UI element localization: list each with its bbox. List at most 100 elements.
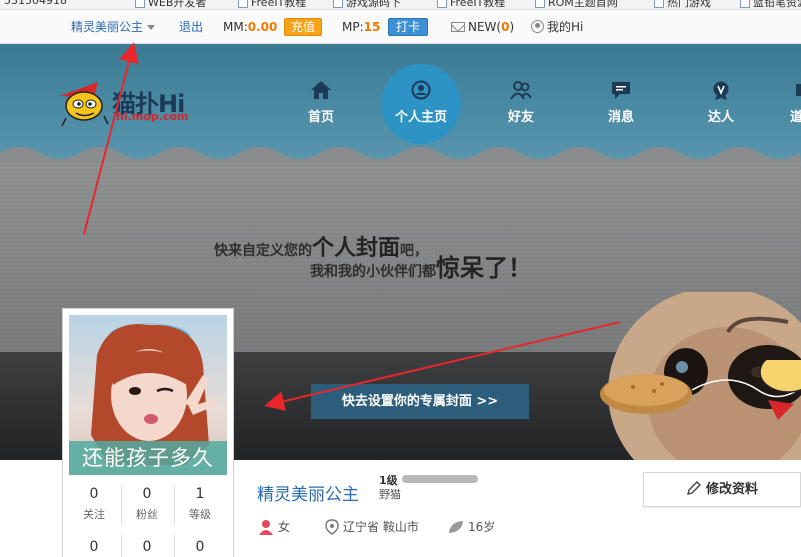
logo-subtitle: hi.mop.com — [116, 110, 189, 123]
level-progress-bar — [402, 475, 478, 483]
slogan-text: 快来自定义您的 — [214, 243, 312, 259]
stat-row2-1: 0 — [68, 539, 120, 555]
nav-item-more[interactable]: 道 — [790, 80, 801, 125]
location-value: 辽宁省 鞍山市 — [343, 520, 419, 534]
bookmark-label: ROM主题首网 — [548, 0, 618, 9]
cover-slogan-line2: 我和我的小伙伴们都惊呆了！ — [310, 248, 532, 283]
profile-location: 辽宁省 鞍山市 — [325, 518, 419, 535]
bookmark-item[interactable]: 热门游戏 — [654, 0, 711, 9]
bookmarks-bar: 531504918 WEB开发者 FreeIT教程 游戏源码下 FreeIT教程… — [0, 0, 801, 10]
bookmark-label: 游戏源码下 — [346, 0, 401, 9]
new-messages-link[interactable]: NEW(0) — [451, 10, 514, 44]
nav-item-profile[interactable]: 个人主页 — [391, 80, 451, 125]
bookmark-label: FreeIT教程 — [450, 0, 506, 9]
slogan-text: 我和我的小伙伴们都 — [310, 264, 436, 280]
new-label: NEW( — [468, 20, 502, 34]
bookmark-item[interactable]: FreeIT教程 — [238, 0, 307, 9]
mail-icon — [451, 22, 465, 32]
stat-value: 1 — [195, 486, 205, 502]
nav-item-label: 道 — [790, 110, 801, 125]
page-icon — [535, 0, 545, 8]
profile-gender: 女 — [258, 518, 290, 535]
age-value: 16岁 — [468, 520, 496, 534]
stat-value: 0 — [89, 539, 99, 555]
profile-level-title: 野猫 — [379, 488, 401, 501]
page-icon — [437, 0, 447, 8]
my-hi-label: 我的Hi — [547, 20, 584, 34]
nav-item-label: 好友 — [507, 110, 534, 125]
mm-label: MM: — [223, 20, 248, 34]
bookmark-item[interactable]: 531504918 — [4, 0, 67, 7]
my-hi-link[interactable]: 我的Hi — [531, 10, 583, 44]
edit-profile-label: 修改资料 — [705, 482, 758, 497]
bookmark-label: FreeIT教程 — [251, 0, 307, 9]
nav-item-experts[interactable]: 达人 — [691, 80, 751, 125]
home-icon — [311, 81, 331, 99]
username-label: 精灵美丽公主 — [71, 20, 144, 34]
page-icon — [740, 0, 750, 8]
location-pin-icon — [325, 518, 339, 535]
pencil-icon — [687, 481, 701, 495]
user-icon — [531, 20, 544, 33]
chevron-down-icon — [147, 25, 156, 30]
stat-level[interactable]: 1 等级 — [174, 486, 226, 522]
logout-link[interactable]: 退出 — [179, 10, 203, 44]
stat-row2-2: 0 — [121, 539, 173, 555]
stat-label: 粉丝 — [136, 508, 158, 521]
mp-label: MP: — [342, 20, 364, 34]
stat-label: 等级 — [189, 508, 211, 521]
checkin-button[interactable]: 打卡 — [388, 18, 429, 36]
slogan-emphasis: 惊呆了！ — [436, 254, 532, 282]
mp-balance: MP:15 — [342, 10, 380, 44]
medal-icon — [713, 81, 729, 100]
username-dropdown[interactable]: 精灵美丽公主 — [71, 10, 156, 44]
bookmark-item[interactable]: WEB开发者 — [135, 0, 207, 9]
bookmark-item[interactable]: ROM主题首网 — [535, 0, 618, 9]
charge-button[interactable]: 充值 — [284, 18, 323, 36]
stat-label: 关注 — [83, 508, 105, 521]
chat-bubble-icon — [612, 82, 630, 99]
nav-item-label: 消息 — [607, 110, 634, 125]
bookmark-item[interactable]: 游戏源码下 — [333, 0, 401, 9]
profile-card: 还能孩子多久 0 关注 0 粉丝 1 等级 0 0 0 — [62, 308, 234, 557]
nav-item-label: 首页 — [307, 110, 334, 125]
nav-item-messages[interactable]: 消息 — [591, 80, 651, 125]
mp-value: 15 — [363, 20, 381, 34]
avatar-caption: 还能孩子多久 — [69, 441, 227, 475]
friends-icon — [510, 81, 532, 100]
page-icon — [333, 0, 343, 8]
mm-balance: MM:0.00 — [223, 10, 277, 44]
stat-value: 0 — [142, 539, 152, 555]
nav-wave-edge — [0, 147, 801, 162]
page-icon — [238, 0, 248, 8]
page: 531504918 WEB开发者 FreeIT教程 游戏源码下 FreeIT教程… — [0, 0, 801, 557]
bookmark-item[interactable]: FreeIT教程 — [437, 0, 506, 9]
bookmark-label: WEB开发者 — [148, 0, 207, 9]
stat-followers[interactable]: 0 粉丝 — [121, 486, 173, 522]
edit-profile-button[interactable]: 修改资料 — [643, 472, 801, 507]
page-icon — [654, 0, 664, 8]
page-icon — [135, 0, 145, 8]
bookmark-item[interactable]: 蓝铅笔资源 — [740, 0, 801, 9]
main-nav: 猫扑Hi hi.mop.com 首页 个人主页 好友 消息 达人 道 — [0, 44, 801, 162]
user-toolbar: 精灵美丽公主 退出 MM:0.00 充值 MP:15 打卡 NEW(0) 我的H… — [0, 10, 801, 44]
set-cover-button[interactable]: 快去设置你的专属封面 >> — [311, 384, 529, 419]
cookie-mascot-illustration — [600, 360, 801, 420]
female-user-icon — [259, 519, 273, 535]
profile-icon — [411, 80, 431, 100]
bookmark-label: 531504918 — [4, 0, 67, 7]
stat-value: 0 — [195, 539, 205, 555]
stat-value: 0 — [142, 486, 152, 502]
tool-icon — [796, 84, 801, 96]
profile-age: 16岁 — [448, 518, 495, 535]
stat-following[interactable]: 0 关注 — [68, 486, 120, 522]
mm-value: 0.00 — [247, 20, 278, 34]
nav-item-friends[interactable]: 好友 — [491, 80, 551, 125]
nav-item-home[interactable]: 首页 — [291, 80, 351, 125]
stat-row2-3: 0 — [174, 539, 226, 555]
avatar[interactable]: 还能孩子多久 — [69, 315, 227, 475]
new-label-close: ) — [509, 20, 515, 34]
bookmark-label: 热门游戏 — [667, 0, 711, 9]
nav-item-label: 达人 — [707, 110, 734, 125]
leaf-icon — [449, 520, 463, 533]
